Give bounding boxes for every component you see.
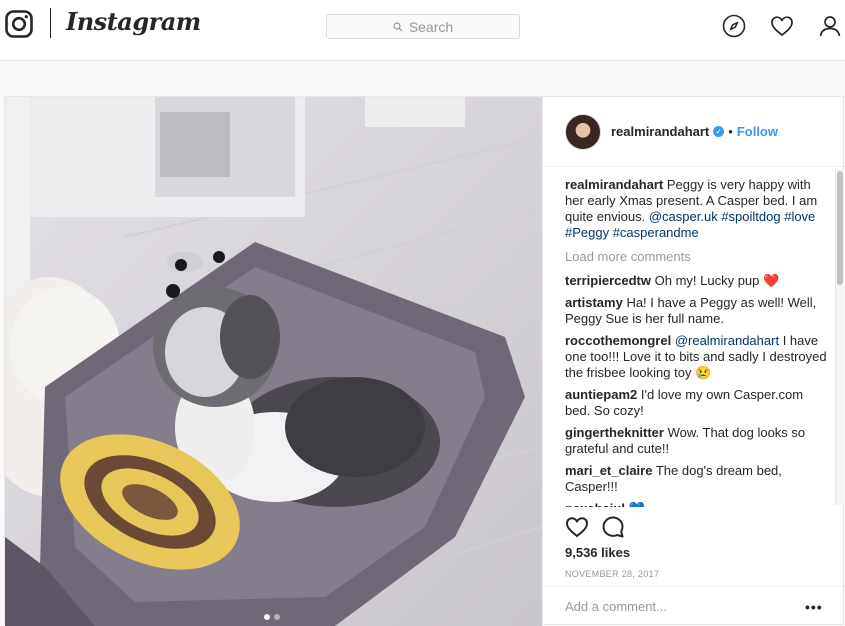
compass-icon[interactable] (722, 14, 746, 38)
comment: mari_et_claire The dog's dream bed, Casp… (565, 463, 827, 495)
blue-heart-emoji-icon: 💙 (629, 501, 645, 507)
instagram-wordmark[interactable]: Instagram (66, 7, 201, 36)
comment-username[interactable]: gingertheknitter (565, 425, 664, 440)
comment: paxabaiul 💙 (565, 501, 827, 507)
caption-username[interactable]: realmirandahart (565, 177, 663, 192)
comment-text: Oh my! Lucky pup (654, 273, 760, 288)
logo-divider (50, 8, 51, 38)
carousel-dot (274, 614, 280, 620)
comment: artistamy Ha! I have a Peggy as well! We… (565, 295, 827, 327)
comments-list: realmirandahart Peggy is very happy with… (565, 177, 827, 507)
comment-mention[interactable]: @realmirandahart (675, 333, 779, 348)
avatar[interactable] (565, 113, 601, 150)
post-photo[interactable] (5, 97, 542, 626)
heart-icon[interactable] (770, 14, 794, 38)
carousel-indicator (264, 614, 280, 620)
instagram-logo-icon[interactable] (5, 10, 33, 38)
search-placeholder: Search (408, 18, 454, 35)
search-icon (393, 21, 403, 31)
comment: auntiepam2 I'd love my own Casper.com be… (565, 387, 827, 419)
add-comment-bar: Add a comment... ••• (543, 586, 845, 626)
comment-bubble-icon[interactable] (601, 515, 625, 539)
crying-face-emoji-icon: 😢 (695, 365, 712, 380)
dog-on-bed-photo (5, 97, 542, 626)
caption-mention[interactable]: @casper.uk (649, 209, 718, 224)
comment: gingertheknitter Wow. That dog looks so … (565, 425, 827, 457)
post-sidebar: realmirandahart ✓ • Follow realmirandaha… (542, 97, 845, 626)
verified-badge-icon: ✓ (713, 126, 725, 137)
comment: terripiercedtw Oh my! Lucky pup ❤️ (565, 273, 827, 289)
comment: roccothemongrel @realmirandahart I have … (565, 333, 827, 381)
post-header: realmirandahart ✓ • Follow (543, 97, 845, 167)
likes-count[interactable]: 9,536 likes (565, 545, 630, 560)
add-comment-input[interactable]: Add a comment... (565, 599, 667, 614)
search-input[interactable]: Search (326, 14, 520, 39)
comment-username[interactable]: mari_et_claire (565, 463, 652, 478)
load-more-comments-button[interactable]: Load more comments (565, 249, 827, 265)
post-username[interactable]: realmirandahart (611, 124, 709, 139)
caption: realmirandahart Peggy is very happy with… (565, 177, 827, 241)
post-date: NOVEMBER 28, 2017 (565, 569, 660, 579)
comment-username[interactable]: artistamy (565, 295, 623, 310)
separator-dot: • (728, 124, 733, 139)
post-actions (565, 515, 625, 539)
like-heart-icon[interactable] (565, 515, 589, 539)
comments-scrollbar[interactable] (835, 169, 844, 505)
profile-icon[interactable] (818, 14, 842, 38)
comment-username[interactable]: terripiercedtw (565, 273, 651, 288)
scrollbar-thumb[interactable] (837, 171, 843, 285)
comment-username[interactable]: roccothemongrel (565, 333, 671, 348)
comment-username[interactable]: paxabaiul (565, 501, 625, 507)
top-navigation-bar: Instagram Search (0, 0, 845, 61)
carousel-dot-active (264, 614, 270, 620)
post-card: realmirandahart ✓ • Follow realmirandaha… (4, 96, 845, 626)
red-heart-emoji-icon: ❤️ (763, 273, 780, 288)
comment-username[interactable]: auntiepam2 (565, 387, 637, 402)
follow-button[interactable]: Follow (737, 124, 778, 139)
more-options-icon[interactable]: ••• (805, 599, 823, 615)
